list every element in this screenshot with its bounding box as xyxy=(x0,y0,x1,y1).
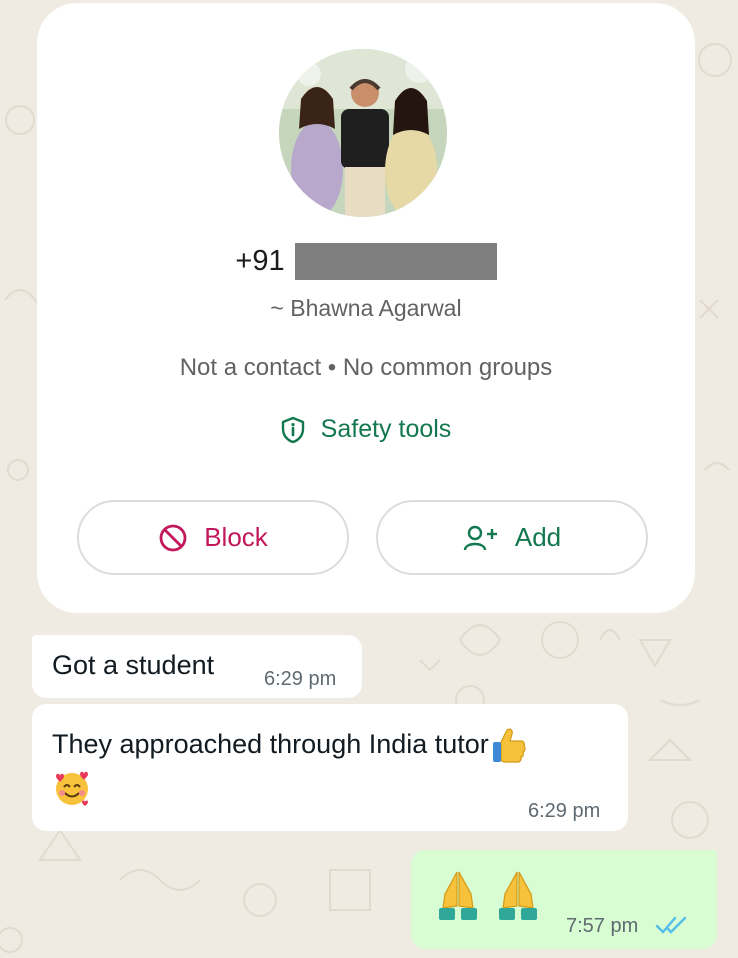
block-button-label: Block xyxy=(204,522,268,552)
message-text: They approached through India tutor xyxy=(52,729,489,759)
add-button-label: Add xyxy=(514,522,562,552)
incoming-message[interactable]: They approached through India tutor 6:29… xyxy=(32,704,628,831)
message-text: Got a student xyxy=(52,650,215,680)
smiling-face-with-hearts-icon xyxy=(56,771,88,806)
contact-status-line: Not a contact • No common groups xyxy=(179,354,553,381)
profile-photo xyxy=(279,49,447,217)
shield-info-icon xyxy=(281,416,304,443)
safety-tools-link[interactable]: Safety tools xyxy=(37,415,695,444)
contact-info-card: +91 ~ Bhawna Agarwal Not a contact • No … xyxy=(37,3,695,613)
safety-tools-label: Safety tools xyxy=(320,415,452,443)
redacted-phone-number xyxy=(294,243,497,280)
thumbs-up-icon xyxy=(492,728,526,763)
outgoing-message[interactable]: 7:57 pm xyxy=(411,850,717,949)
message-time: 6:29 pm xyxy=(528,800,601,822)
double-check-read-icon xyxy=(655,916,687,934)
phone-number-row: +91 xyxy=(37,243,695,280)
contact-push-name: ~ Bhawna Agarwal xyxy=(270,295,462,321)
message-time: 7:57 pm xyxy=(566,915,639,937)
incoming-message[interactable]: Got a student 6:29 pm xyxy=(32,635,362,698)
message-time: 6:29 pm xyxy=(264,668,337,690)
block-icon xyxy=(159,524,187,551)
folded-hands-icon xyxy=(439,871,477,920)
profile-avatar[interactable] xyxy=(279,49,447,217)
phone-prefix: +91 xyxy=(235,245,285,277)
add-contact-button[interactable]: Add xyxy=(376,500,648,575)
add-person-icon xyxy=(463,525,497,550)
block-button[interactable]: Block xyxy=(77,500,349,575)
folded-hands-icon xyxy=(499,871,537,920)
message-content: They approached through India tutor xyxy=(52,724,527,808)
